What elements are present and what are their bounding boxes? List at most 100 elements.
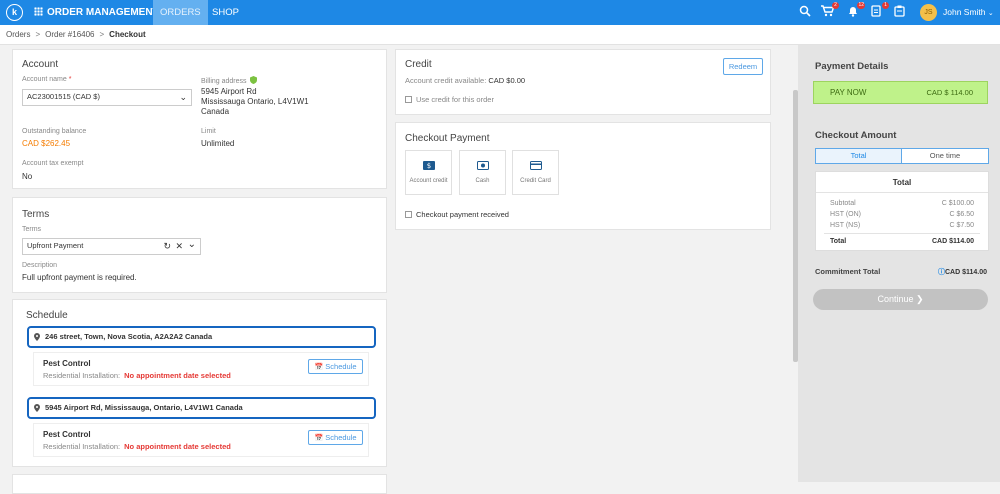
- clear-icon[interactable]: ✕: [175, 239, 183, 253]
- totals-header: Total: [816, 172, 988, 193]
- appointment-item: Pest Control Residential Installation: No…: [33, 352, 369, 386]
- tax-exempt-label: Account tax exempt: [22, 160, 84, 167]
- credit-title: Credit: [405, 59, 432, 70]
- calendar-icon: 📅: [314, 435, 324, 442]
- total-value: CAD $114.00: [931, 238, 974, 245]
- outstanding-balance-label: Outstanding balance: [22, 128, 87, 135]
- terms-title: Terms: [22, 209, 50, 220]
- divider: [824, 233, 980, 234]
- limit-label: Limit: [201, 128, 216, 135]
- schedule-address: 246 street, Town, Nova Scotia, A2A2A2 Ca…: [27, 326, 376, 348]
- totals-table: Total Subtotal HST (ON) HST (NS) C $100.00…: [815, 171, 989, 251]
- chevron-right-icon: >: [35, 30, 41, 39]
- outstanding-balance-value: CAD $262.45: [22, 139, 71, 148]
- service-status: Residential Installation: No appointment …: [43, 442, 231, 451]
- location-pin-icon: [34, 333, 40, 341]
- schedule-address: 5945 Airport Rd, Mississauga, Ontario, L…: [27, 397, 376, 419]
- pay-now-value: CAD $ 114.00: [926, 88, 973, 97]
- chevron-right-icon: ❯: [916, 294, 924, 304]
- totals-values: C $100.00 C $6.50 C $7.50: [941, 200, 974, 229]
- tab-shop[interactable]: SHOP: [205, 0, 246, 25]
- document-badge: 1: [882, 2, 889, 9]
- location-pin-icon: [34, 404, 40, 412]
- bell-icon[interactable]: 12: [847, 2, 865, 19]
- user-menu[interactable]: John Smith ⌄: [943, 0, 994, 26]
- chevron-down-icon[interactable]: ⌄: [188, 238, 196, 252]
- appointment-item: Pest Control Residential Installation: No…: [33, 423, 369, 457]
- schedule-button[interactable]: 📅 Schedule: [308, 359, 363, 374]
- payment-details-title: Payment Details: [815, 61, 889, 72]
- limit-value: Unlimited: [201, 139, 235, 148]
- payment-method-label: Credit Card: [520, 178, 551, 184]
- terms-select[interactable]: Upfront Payment ↻ ✕ ⌄: [22, 238, 201, 255]
- checkout-amount-title: Checkout Amount: [815, 130, 897, 141]
- terms-value: Upfront Payment: [27, 241, 84, 250]
- toggle-total[interactable]: Total: [816, 149, 902, 163]
- chevron-down-icon: ⌄: [987, 10, 994, 17]
- pay-now-label: PAY NOW: [830, 88, 867, 97]
- breadcrumb-current: Checkout: [109, 30, 146, 39]
- avatar[interactable]: JS: [920, 4, 937, 21]
- document-icon[interactable]: 1: [871, 2, 889, 19]
- dollar-icon: $: [422, 161, 435, 170]
- account-card: Account Account name * AC23001515 (CAD $…: [12, 49, 387, 189]
- service-name: Pest Control: [43, 359, 91, 368]
- next-card: [12, 474, 387, 494]
- cash-icon: [476, 161, 489, 170]
- cart-badge: 2: [832, 2, 839, 9]
- grid-icon: [34, 7, 43, 16]
- payment-method-label: Account credit: [409, 178, 448, 184]
- checkbox[interactable]: [405, 211, 412, 218]
- info-icon[interactable]: ⓘ: [938, 269, 945, 276]
- apps-label: ORDER MANAGEMENT: [47, 7, 159, 18]
- toggle-one-time[interactable]: One time: [902, 149, 988, 163]
- shield-check-icon: [250, 76, 258, 84]
- chevron-down-icon: ⌄: [179, 92, 187, 102]
- account-name-select[interactable]: AC23001515 (CAD $) ⌄: [22, 89, 192, 106]
- amount-toggle: Total One time: [815, 148, 989, 164]
- terms-label: Terms: [22, 226, 42, 233]
- payment-method-account-credit[interactable]: $ Account credit: [405, 150, 452, 195]
- continue-button[interactable]: Continue ❯: [813, 289, 988, 310]
- pay-now-row[interactable]: PAY NOW CAD $ 114.00: [813, 81, 988, 104]
- service-name: Pest Control: [43, 430, 91, 439]
- breadcrumb-order[interactable]: Order #16406: [45, 30, 94, 39]
- payment-method-cash[interactable]: Cash: [459, 150, 506, 195]
- account-title: Account: [22, 59, 59, 70]
- terms-card: Terms Terms Upfront Payment ↻ ✕ ⌄ Descri…: [12, 197, 387, 293]
- refresh-icon[interactable]: ↻: [163, 239, 171, 253]
- total-label: Total: [830, 238, 847, 245]
- totals-labels: Subtotal HST (ON) HST (NS): [830, 200, 861, 229]
- address-text: 5945 Airport Rd, Mississauga, Ontario, L…: [45, 403, 243, 412]
- commitment-total-label: Commitment Total: [815, 267, 881, 276]
- redeem-button[interactable]: Redeem: [723, 58, 763, 75]
- credit-available: Account credit available: CAD $0.00: [405, 76, 526, 85]
- user-name: John Smith: [943, 7, 986, 17]
- tab-orders[interactable]: ORDERS: [153, 0, 208, 25]
- billing-address-value: 5945 Airport Rd Mississauga Ontario, L4V1…: [201, 87, 309, 116]
- schedule-button[interactable]: 📅 Schedule: [308, 430, 363, 445]
- account-name-value: AC23001515 (CAD $): [27, 92, 100, 101]
- clipboard-icon[interactable]: [894, 5, 908, 19]
- search-icon[interactable]: [799, 5, 813, 19]
- calendar-icon: 📅: [314, 364, 324, 371]
- payment-method-credit-card[interactable]: Credit Card: [512, 150, 559, 195]
- service-status: Residential Installation: No appointment …: [43, 371, 231, 380]
- credit-card: Credit Account credit available: CAD $0.…: [395, 49, 771, 115]
- description-label: Description: [22, 262, 58, 269]
- payment-received-checkbox[interactable]: Checkout payment received: [405, 210, 509, 219]
- checkbox[interactable]: [405, 96, 412, 103]
- address-text: 246 street, Town, Nova Scotia, A2A2A2 Ca…: [45, 332, 213, 341]
- account-name-label: Account name *: [22, 76, 72, 83]
- payment-method-label: Cash: [475, 178, 490, 184]
- svg-text:$: $: [426, 162, 430, 170]
- cart-icon[interactable]: 2: [821, 2, 839, 19]
- breadcrumb: Orders > Order #16406 > Checkout: [0, 25, 1000, 45]
- billing-address-label: Billing address: [201, 76, 258, 85]
- checkout-payment-title: Checkout Payment: [405, 133, 490, 144]
- breadcrumb-orders[interactable]: Orders: [6, 30, 30, 39]
- apps-menu[interactable]: ORDER MANAGEMENT: [34, 0, 159, 25]
- use-credit-checkbox[interactable]: Use credit for this order: [405, 95, 494, 104]
- summary-panel: Payment Details PAY NOW CAD $ 114.00 Che…: [798, 45, 1000, 482]
- app-logo[interactable]: k: [6, 4, 23, 21]
